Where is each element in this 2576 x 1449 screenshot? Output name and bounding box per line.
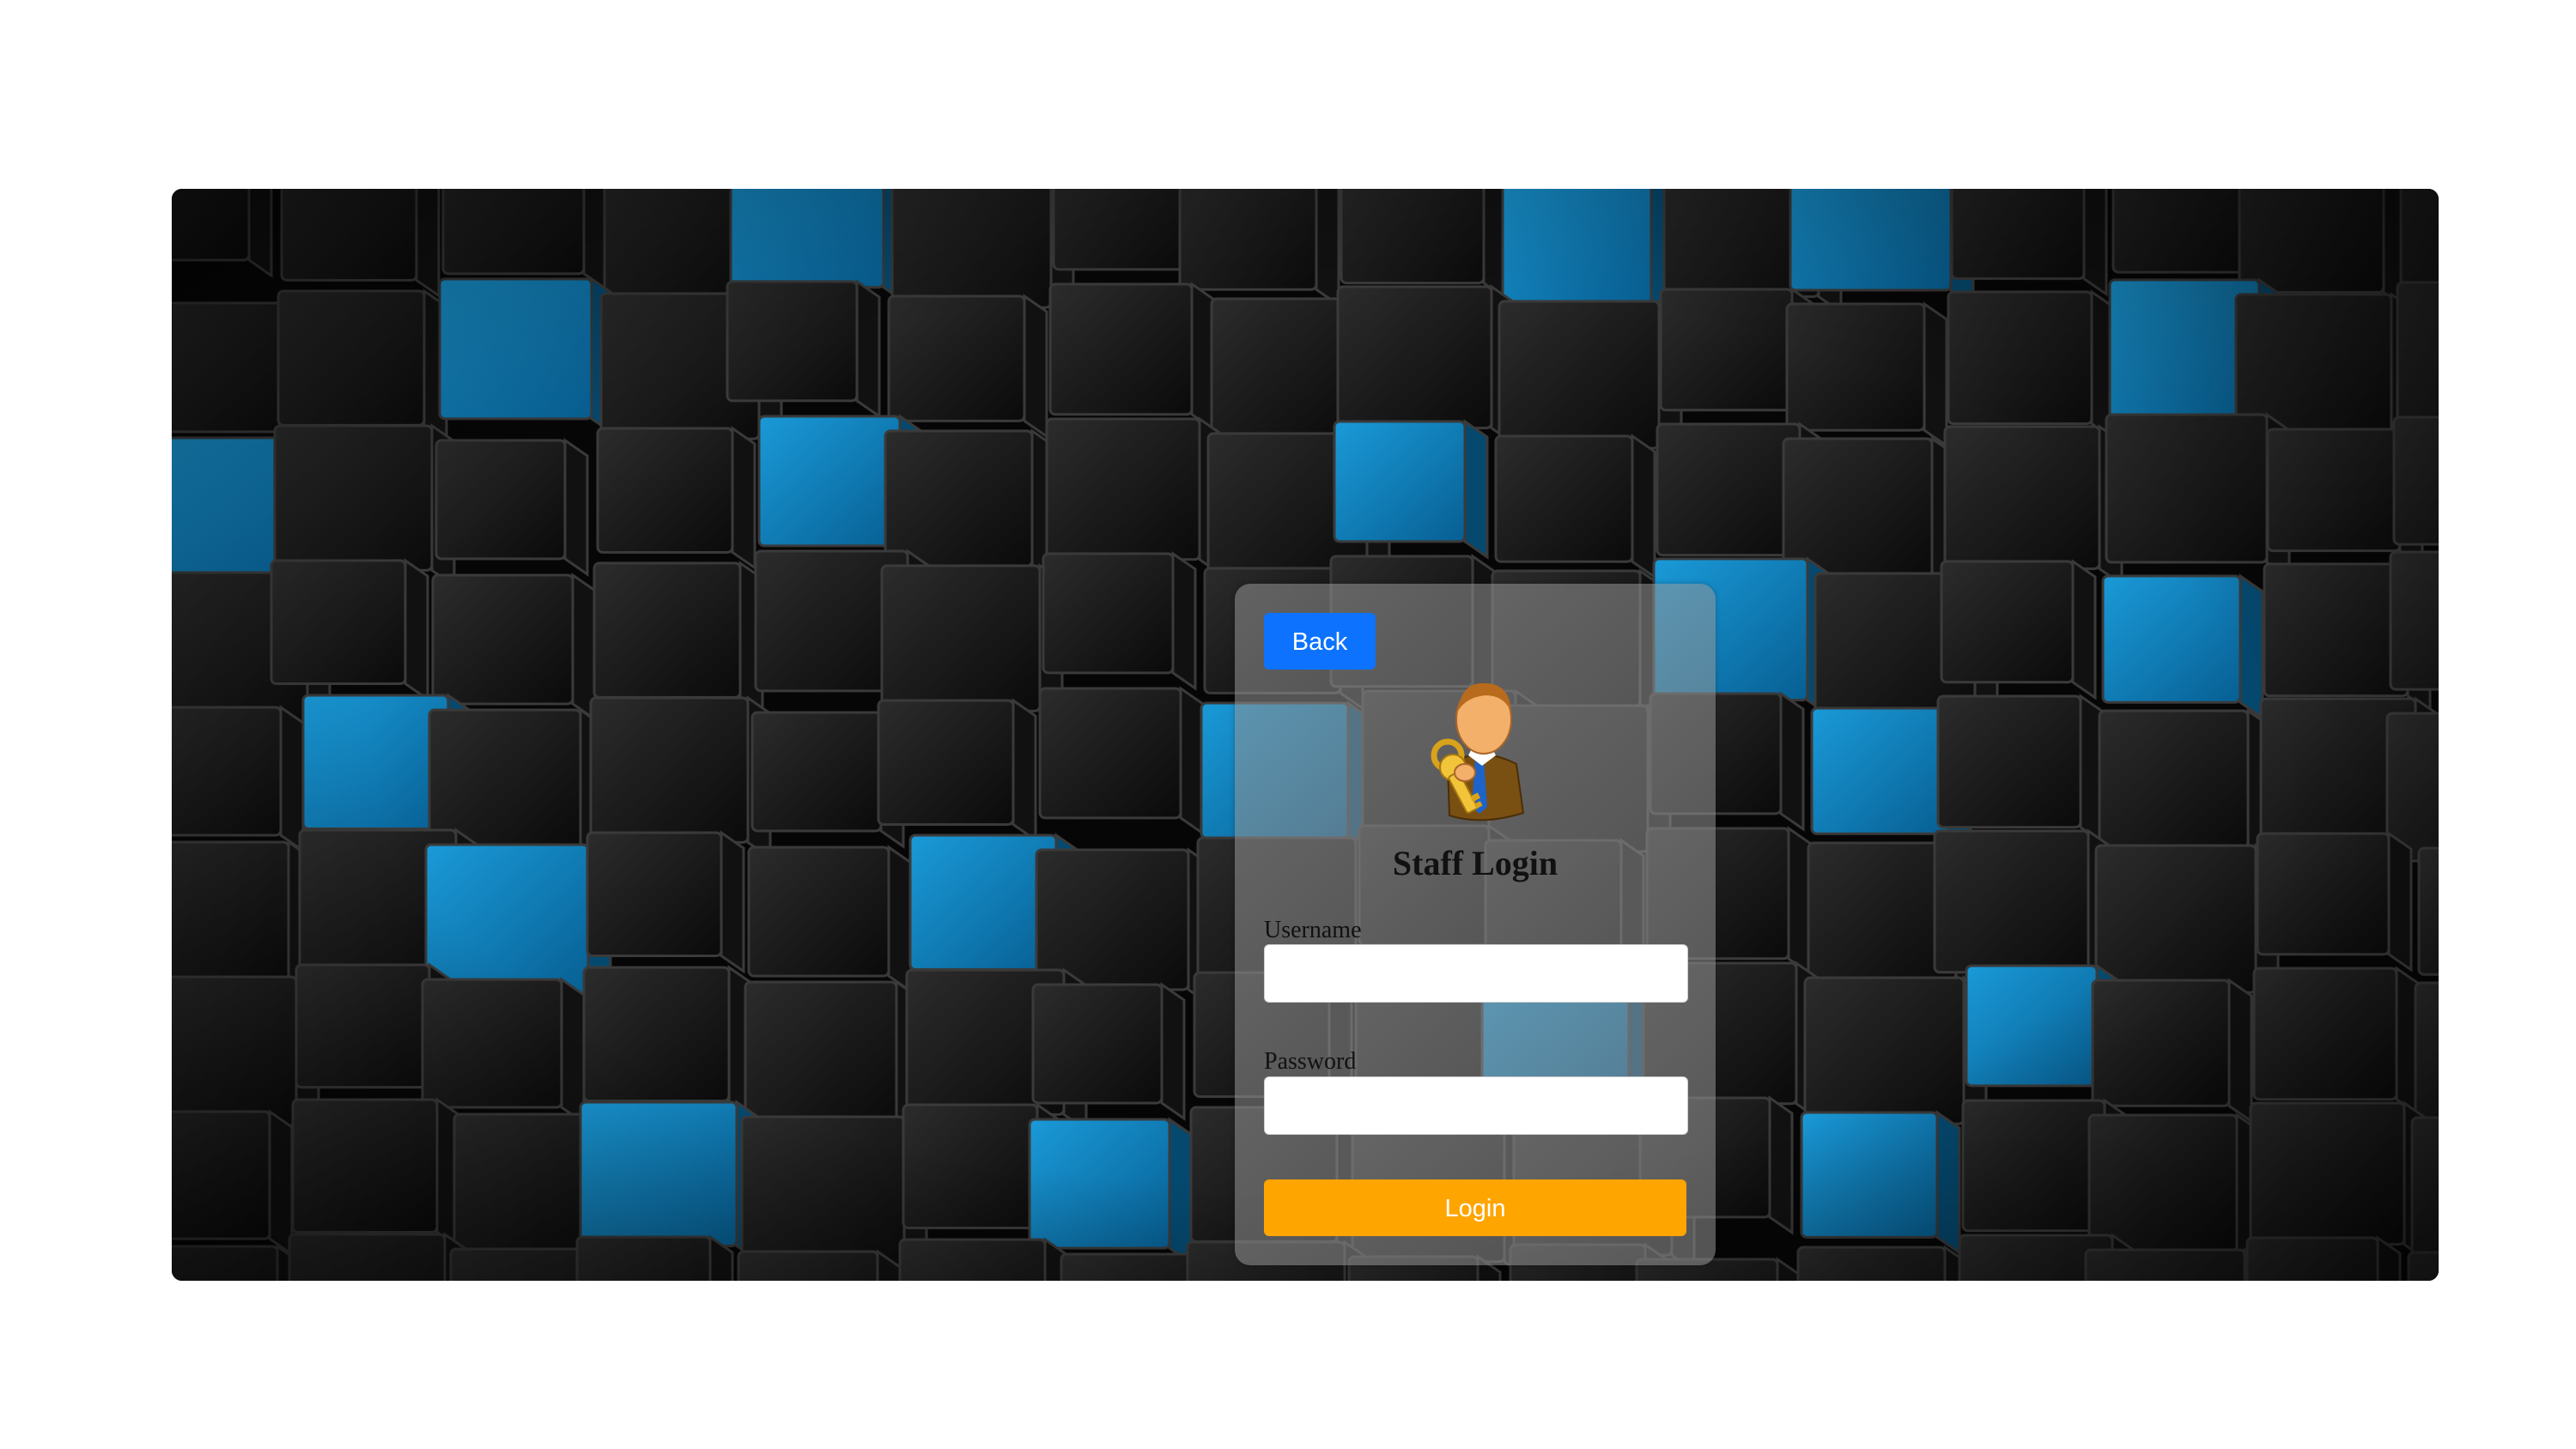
username-input[interactable] [1264,944,1688,1003]
background-image-panel: Back Staff Login Username Password Login [172,189,2439,1281]
password-input[interactable] [1264,1076,1688,1135]
staff-with-keys-icon [1431,682,1525,822]
login-button[interactable]: Login [1264,1179,1686,1236]
back-button[interactable]: Back [1264,613,1376,670]
password-label: Password [1264,1048,1357,1075]
page-title: Staff Login [1392,844,1558,882]
login-card: Back Staff Login Username Password Login [1235,584,1716,1265]
username-label: Username [1264,917,1362,943]
